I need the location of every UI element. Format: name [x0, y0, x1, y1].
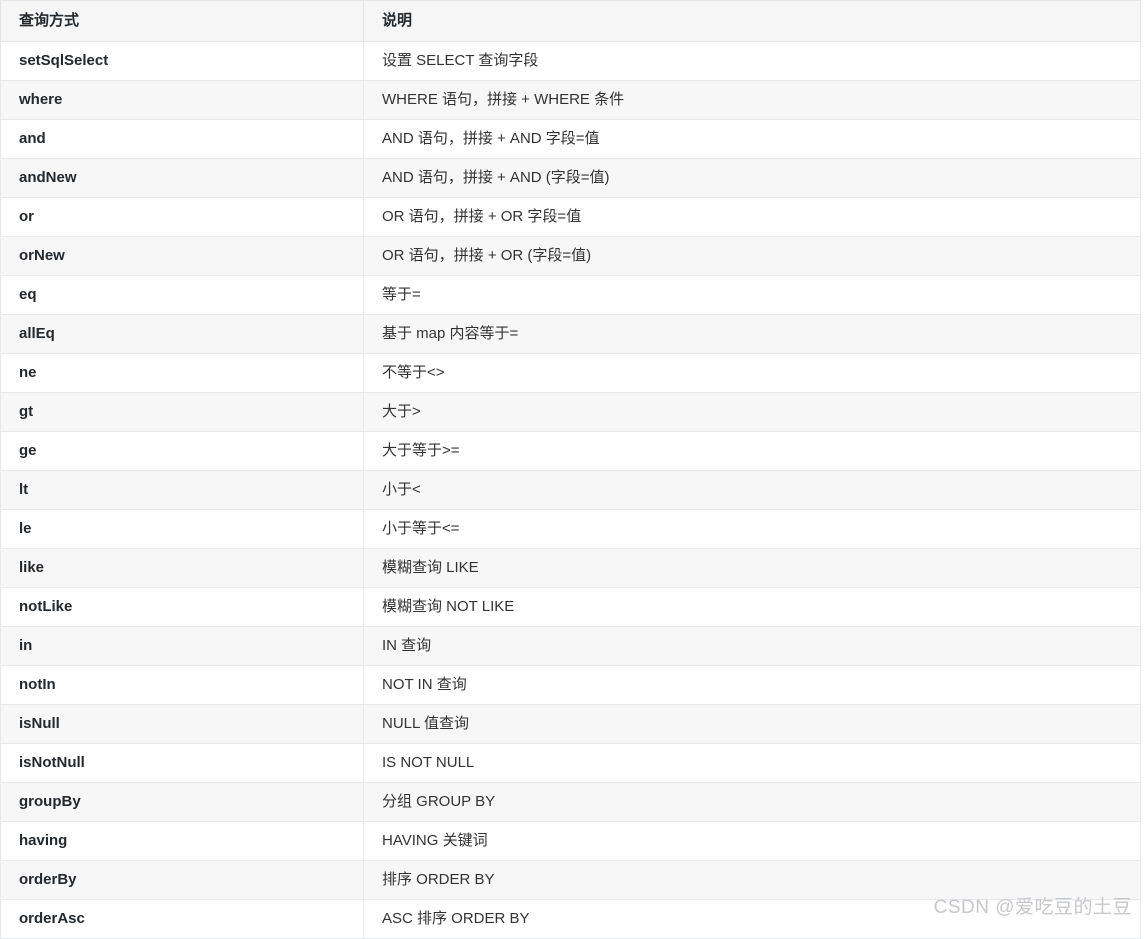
cell-method: lt — [0, 470, 364, 510]
table-row: notIn NOT IN 查询 — [0, 665, 1141, 705]
column-header-method: 查询方式 — [0, 0, 364, 42]
cell-method: having — [0, 821, 364, 861]
cell-method: ge — [0, 431, 364, 471]
table-row: orderAsc ASC 排序 ORDER BY — [0, 899, 1141, 939]
cell-method: where — [0, 80, 364, 120]
table-row: orNew OR 语句，拼接 + OR (字段=值) — [0, 236, 1141, 276]
query-methods-table-container: 查询方式 说明 setSqlSelect 设置 SELECT 查询字段 where W… — [0, 0, 1141, 939]
cell-description: AND 语句，拼接 + AND (字段=值) — [363, 158, 1141, 198]
cell-description: 大于> — [363, 392, 1141, 432]
table-row: having HAVING 关键词 — [0, 821, 1141, 861]
cell-method: orderBy — [0, 860, 364, 900]
table-row: orderBy 排序 ORDER BY — [0, 860, 1141, 900]
cell-method: allEq — [0, 314, 364, 354]
table-header-row: 查询方式 说明 — [0, 0, 1141, 42]
cell-description: NULL 值查询 — [363, 704, 1141, 744]
cell-description: 模糊查询 LIKE — [363, 548, 1141, 588]
cell-description: 等于= — [363, 275, 1141, 315]
cell-description: 分组 GROUP BY — [363, 782, 1141, 822]
cell-method: orderAsc — [0, 899, 364, 939]
cell-method: eq — [0, 275, 364, 315]
column-header-description: 说明 — [363, 0, 1141, 42]
cell-method: isNotNull — [0, 743, 364, 783]
cell-method: groupBy — [0, 782, 364, 822]
table-row: and AND 语句，拼接 + AND 字段=值 — [0, 119, 1141, 159]
table-row: gt 大于> — [0, 392, 1141, 432]
table-row: where WHERE 语句，拼接 + WHERE 条件 — [0, 80, 1141, 120]
table-row: setSqlSelect 设置 SELECT 查询字段 — [0, 41, 1141, 81]
cell-method: ne — [0, 353, 364, 393]
table-row: isNull NULL 值查询 — [0, 704, 1141, 744]
cell-description: 小于等于<= — [363, 509, 1141, 549]
cell-description: HAVING 关键词 — [363, 821, 1141, 861]
table-row: groupBy 分组 GROUP BY — [0, 782, 1141, 822]
cell-description: 排序 ORDER BY — [363, 860, 1141, 900]
cell-method: isNull — [0, 704, 364, 744]
cell-method: setSqlSelect — [0, 41, 364, 81]
table-row: in IN 查询 — [0, 626, 1141, 666]
cell-method: like — [0, 548, 364, 588]
query-methods-table: 查询方式 说明 setSqlSelect 设置 SELECT 查询字段 where W… — [0, 0, 1141, 939]
cell-method: notIn — [0, 665, 364, 705]
table-row: lt 小于< — [0, 470, 1141, 510]
table-row: like 模糊查询 LIKE — [0, 548, 1141, 588]
table-row: ne 不等于<> — [0, 353, 1141, 393]
table-header: 查询方式 说明 — [0, 0, 1141, 42]
table-row: le 小于等于<= — [0, 509, 1141, 549]
table-body: setSqlSelect 设置 SELECT 查询字段 where WHERE 语句，… — [0, 41, 1141, 939]
cell-description: AND 语句，拼接 + AND 字段=值 — [363, 119, 1141, 159]
cell-description: 不等于<> — [363, 353, 1141, 393]
cell-description: 模糊查询 NOT LIKE — [363, 587, 1141, 627]
table-row: andNew AND 语句，拼接 + AND (字段=值) — [0, 158, 1141, 198]
cell-method: and — [0, 119, 364, 159]
cell-method: orNew — [0, 236, 364, 276]
cell-description: 大于等于>= — [363, 431, 1141, 471]
table-row: or OR 语句，拼接 + OR 字段=值 — [0, 197, 1141, 237]
cell-method: in — [0, 626, 364, 666]
table-row: allEq 基于 map 内容等于= — [0, 314, 1141, 354]
cell-method: notLike — [0, 587, 364, 627]
cell-method: or — [0, 197, 364, 237]
cell-description: 小于< — [363, 470, 1141, 510]
cell-method: andNew — [0, 158, 364, 198]
cell-method: le — [0, 509, 364, 549]
cell-description: 基于 map 内容等于= — [363, 314, 1141, 354]
cell-description: NOT IN 查询 — [363, 665, 1141, 705]
cell-description: IS NOT NULL — [363, 743, 1141, 783]
table-row: eq 等于= — [0, 275, 1141, 315]
cell-description: 设置 SELECT 查询字段 — [363, 41, 1141, 81]
cell-description: IN 查询 — [363, 626, 1141, 666]
table-row: isNotNull IS NOT NULL — [0, 743, 1141, 783]
cell-description: OR 语句，拼接 + OR 字段=值 — [363, 197, 1141, 237]
cell-description: OR 语句，拼接 + OR (字段=值) — [363, 236, 1141, 276]
table-row: notLike 模糊查询 NOT LIKE — [0, 587, 1141, 627]
cell-description: ASC 排序 ORDER BY — [363, 899, 1141, 939]
table-row: ge 大于等于>= — [0, 431, 1141, 471]
cell-description: WHERE 语句，拼接 + WHERE 条件 — [363, 80, 1141, 120]
cell-method: gt — [0, 392, 364, 432]
